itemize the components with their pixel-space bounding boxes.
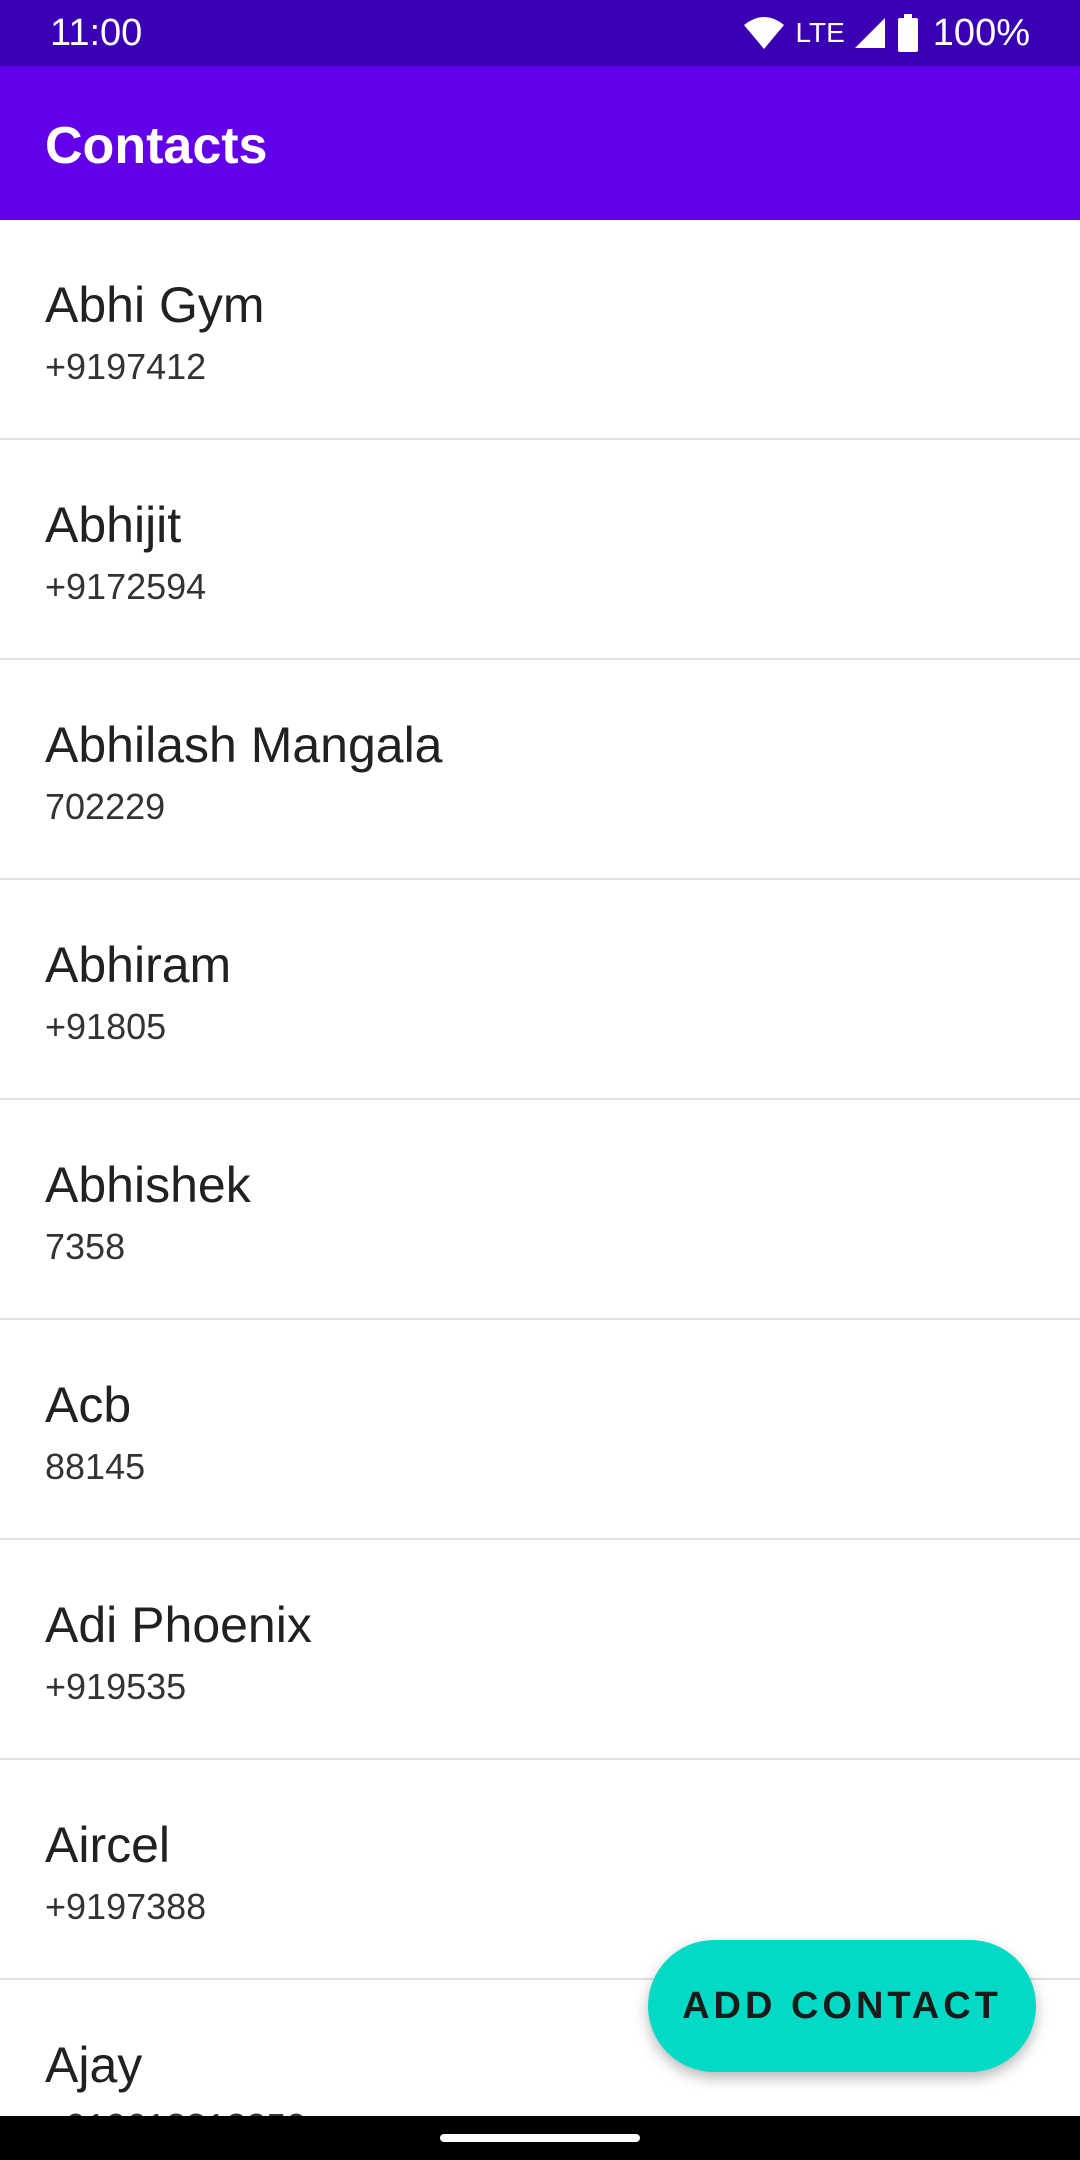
- contact-phone: 7358: [45, 1226, 126, 1267]
- contact-item[interactable]: Abhishek 7358: [0, 1100, 1080, 1320]
- contact-list[interactable]: Abhi Gym +9197412 Abhijit +9172594 Abhil…: [0, 220, 1080, 2116]
- battery-percent: 100%: [932, 12, 1030, 54]
- cell-signal-icon: [853, 16, 887, 50]
- contact-name: Adi Phoenix: [45, 1597, 312, 1653]
- contact-phone: 88145: [45, 1446, 146, 1487]
- contact-item[interactable]: Abhijit +9172594: [0, 440, 1080, 660]
- status-time: 11:00: [50, 12, 143, 54]
- contact-phone: 702229: [45, 786, 166, 827]
- contact-phone: +9197412: [45, 346, 207, 387]
- home-gesture-handle[interactable]: [440, 2134, 640, 2142]
- contact-phone: +919618812250: [45, 2106, 306, 2116]
- page-title: Contacts: [45, 117, 268, 175]
- contact-phone: +9197388: [45, 1886, 207, 1927]
- contact-item[interactable]: Abhiram +91805: [0, 880, 1080, 1100]
- contact-phone: +9172594: [45, 566, 207, 607]
- contact-phone: +919535: [45, 1666, 187, 1707]
- contact-item[interactable]: Adi Phoenix +919535: [0, 1540, 1080, 1760]
- status-bar: 11:00 LTE 100%: [0, 0, 1080, 66]
- contact-name: Abhilash Mangala: [45, 717, 443, 773]
- contact-phone: +91805: [45, 1006, 167, 1047]
- contact-item[interactable]: Acb 88145: [0, 1320, 1080, 1540]
- contact-name: Abhi Gym: [45, 277, 265, 333]
- battery-icon: [897, 14, 919, 52]
- contact-item[interactable]: Abhilash Mangala 702229: [0, 660, 1080, 880]
- contact-name: Aircel: [45, 1817, 171, 1873]
- contact-name: Abhiram: [45, 937, 232, 993]
- contact-name: Abhishek: [45, 1157, 251, 1213]
- add-contact-label: ADD CONTACT: [682, 1984, 1002, 2027]
- add-contact-button[interactable]: ADD CONTACT: [648, 1940, 1036, 2072]
- app-bar: Contacts: [0, 66, 1080, 220]
- contact-name: Ajay: [45, 2037, 143, 2093]
- wifi-icon: [742, 15, 786, 51]
- contact-item[interactable]: Abhi Gym +9197412: [0, 220, 1080, 440]
- contacts-screen: 11:00 LTE 100% Contacts Abhi Gym +919741…: [0, 0, 1080, 2160]
- contact-name: Abhijit: [45, 497, 182, 553]
- contact-name: Acb: [45, 1377, 132, 1433]
- navigation-bar: [0, 2116, 1080, 2160]
- status-icons: LTE 100%: [742, 10, 1030, 56]
- network-type-label: LTE: [795, 17, 845, 48]
